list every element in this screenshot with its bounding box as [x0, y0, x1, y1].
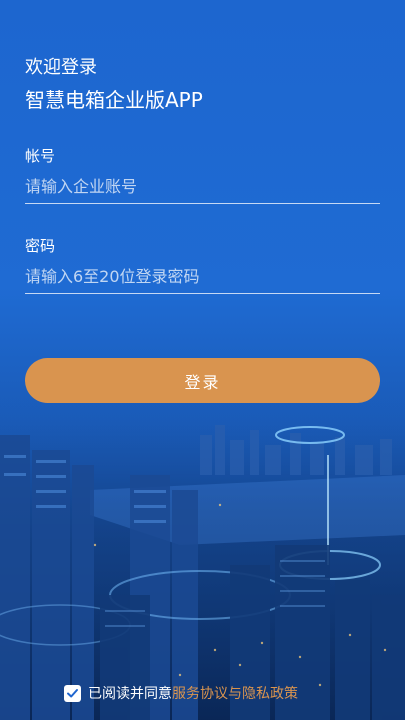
- city-skyline-image: [0, 395, 405, 720]
- welcome-heading: 欢迎登录: [25, 57, 97, 78]
- agreement-text: 已阅读并同意: [88, 686, 172, 702]
- app-title: 智慧电箱企业版APP: [25, 88, 203, 112]
- password-label: 密码: [25, 237, 56, 255]
- login-button[interactable]: 登录: [25, 358, 380, 403]
- password-input[interactable]: [25, 260, 380, 294]
- agreement-row: 已阅读并同意 服务协议与隐私政策: [64, 682, 298, 704]
- account-label: 帐号: [25, 147, 56, 165]
- account-input[interactable]: [25, 170, 380, 204]
- agreement-link[interactable]: 服务协议与隐私政策: [172, 683, 298, 703]
